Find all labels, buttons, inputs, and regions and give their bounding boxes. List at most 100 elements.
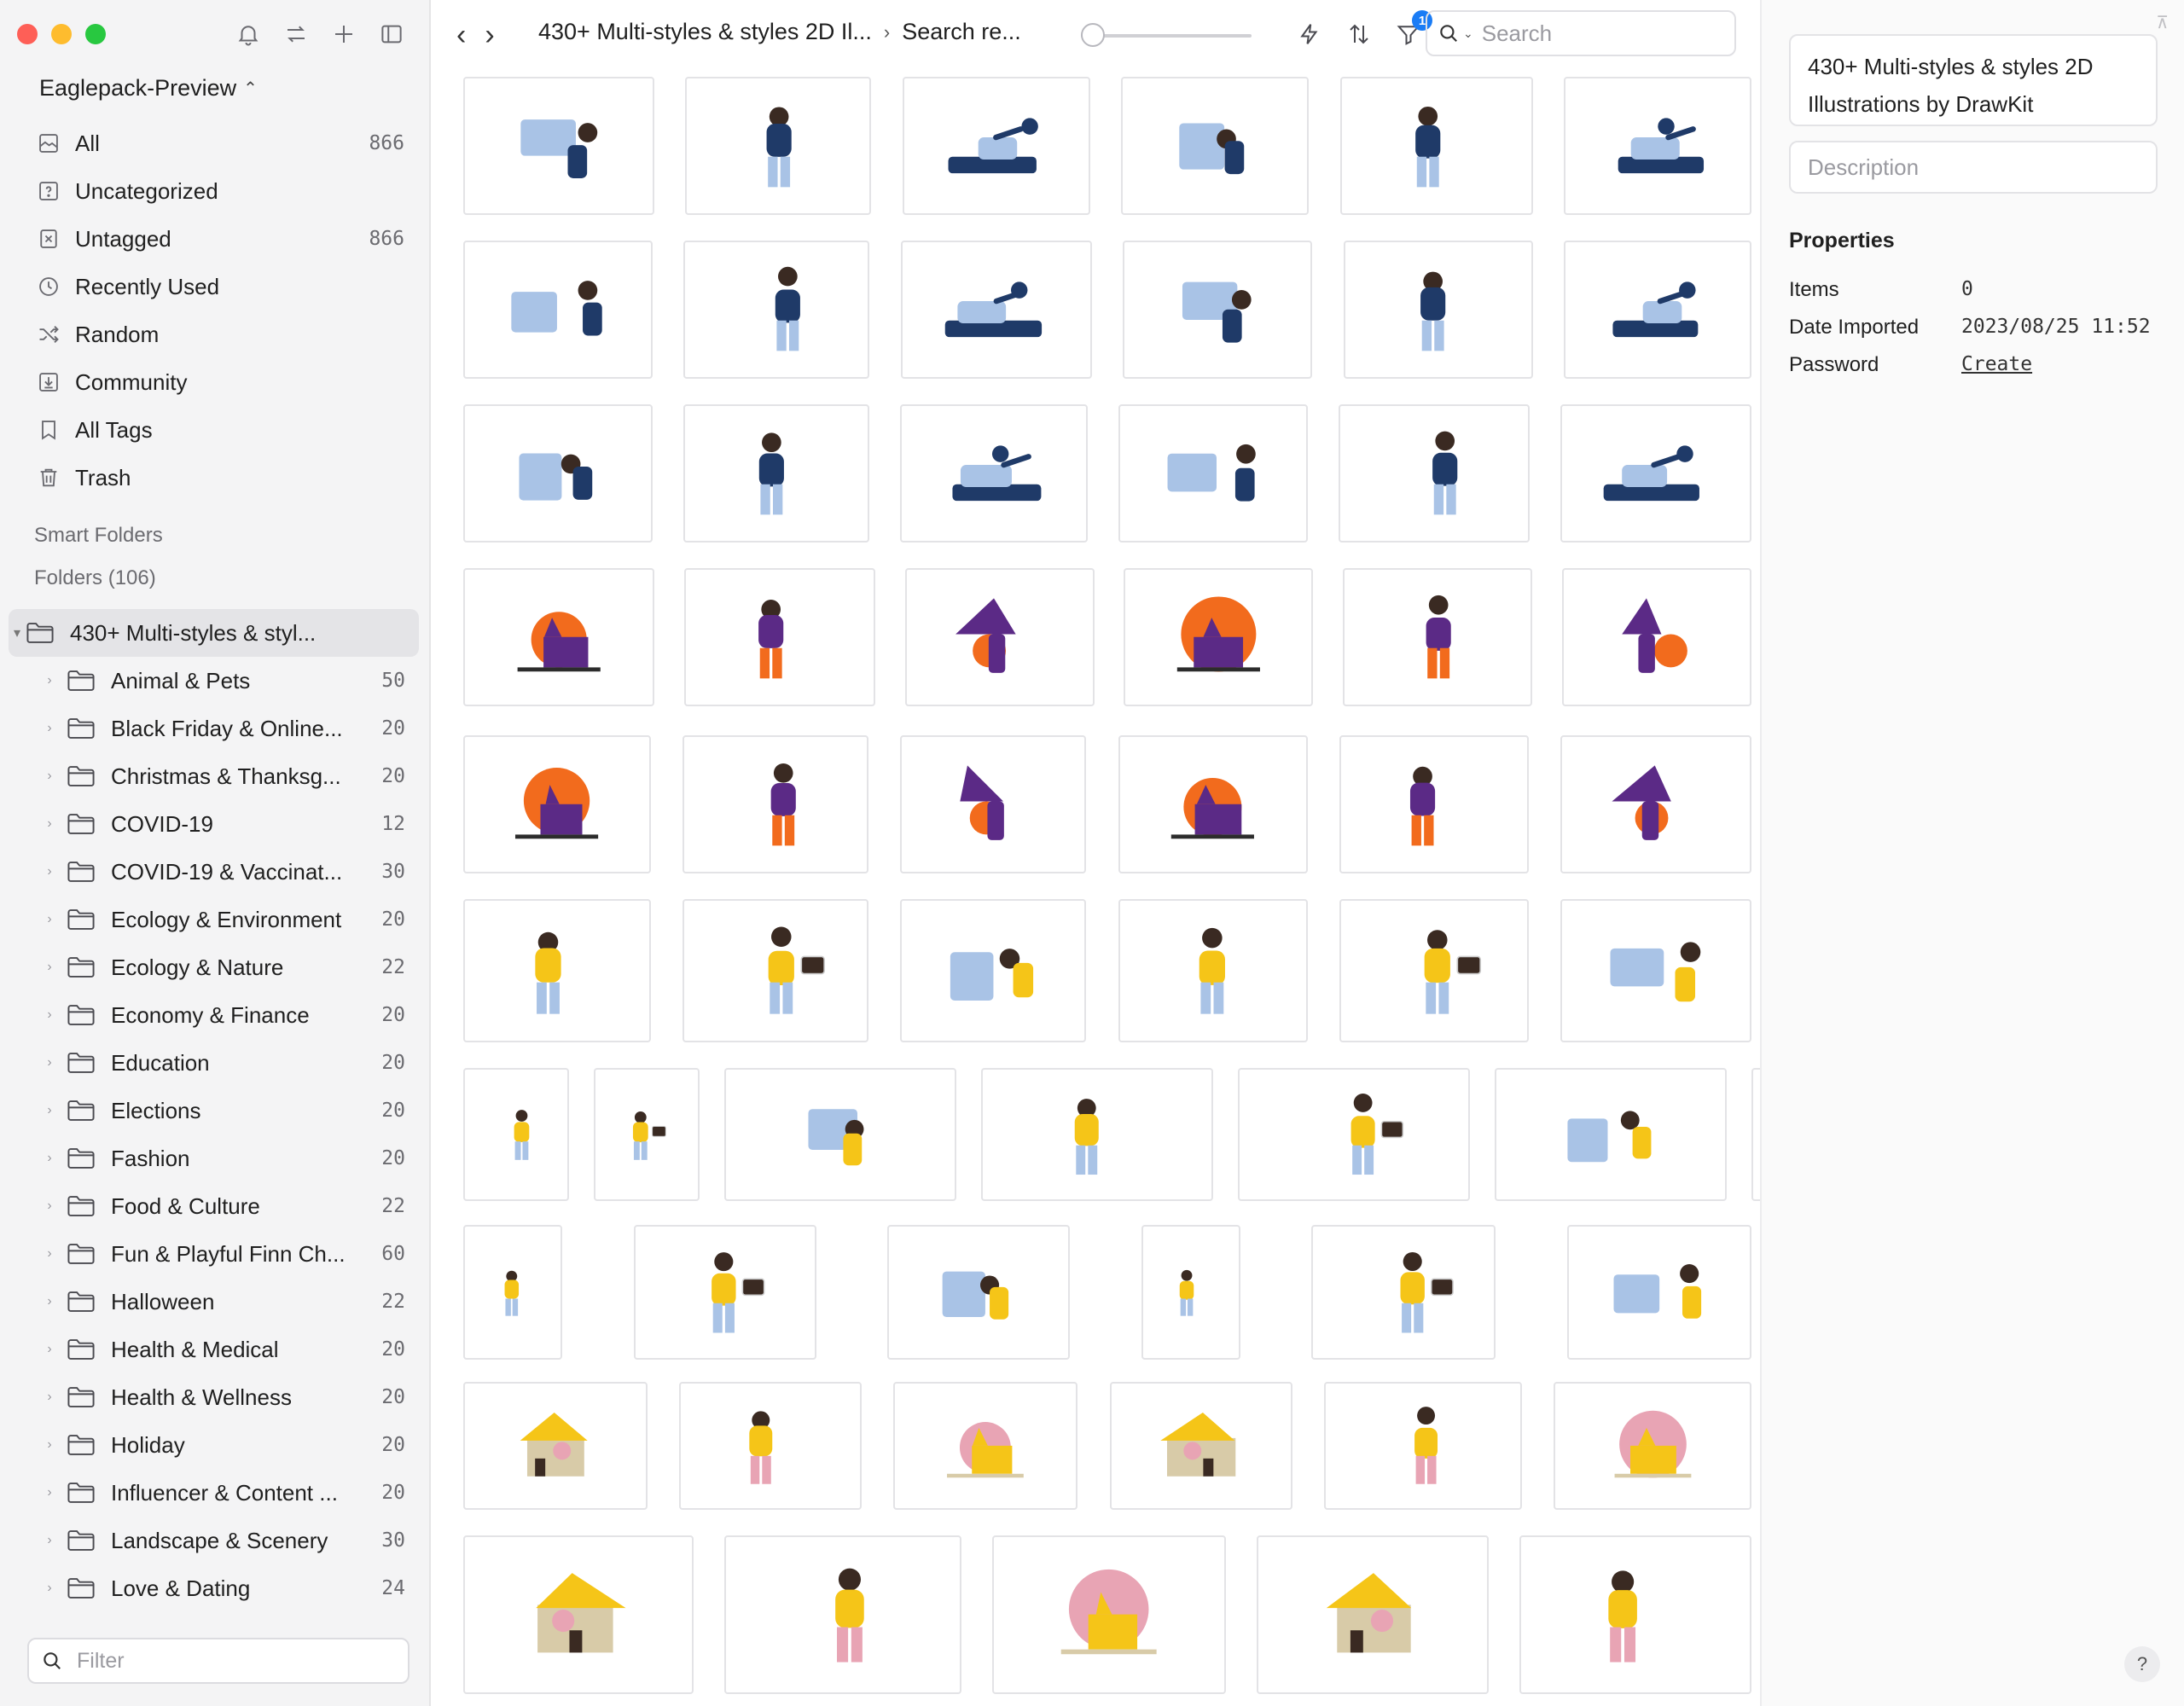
zoom-slider-thumb[interactable] [1081,23,1105,47]
asset-thumbnail[interactable] [1560,899,1751,1042]
folder-item[interactable]: › Health & Wellness 20 [0,1373,431,1421]
filter-funnel-icon[interactable]: 1 [1391,10,1432,51]
asset-thumbnail[interactable] [683,241,870,379]
folder-item[interactable]: › Fun & Playful Finn Ch... 60 [0,1230,431,1278]
caret-right-icon[interactable]: › [41,1390,58,1405]
asset-thumbnail[interactable] [1339,899,1529,1042]
asset-thumbnail[interactable] [900,241,1092,379]
lightning-icon[interactable] [1292,17,1327,51]
asset-thumbnail[interactable] [724,1068,956,1201]
caret-right-icon[interactable]: › [41,1485,58,1500]
asset-thumbnail[interactable] [683,404,869,543]
folder-item[interactable]: › Food & Culture 22 [0,1182,431,1230]
sidebar-item-untagged[interactable]: Untagged 866 [24,215,415,263]
folder-item[interactable]: › Ecology & Environment 20 [0,896,431,943]
folder-item-root[interactable]: ▾ 430+ Multi-styles & styl... [9,609,419,657]
sidebar-item-all-tags[interactable]: All Tags [24,406,415,454]
caret-right-icon[interactable]: › [41,864,58,879]
zoom-slider[interactable] [1081,23,1252,47]
folder-item[interactable]: › Animal & Pets 50 [0,657,431,705]
folder-item[interactable]: › Landscape & Scenery 30 [0,1517,431,1564]
sync-arrows-icon[interactable] [281,19,311,49]
asset-thumbnail[interactable] [463,77,654,215]
asset-thumbnail[interactable] [682,735,869,873]
asset-thumbnail[interactable] [902,77,1090,215]
sidebar-toggle-icon[interactable] [376,19,407,49]
caret-right-icon[interactable]: › [41,1103,58,1118]
caret-right-icon[interactable]: › [41,1533,58,1548]
asset-thumbnail[interactable] [463,899,651,1042]
minimize-window-button[interactable] [51,24,72,44]
asset-thumbnail[interactable] [981,1068,1213,1201]
caret-right-icon[interactable]: › [41,673,58,688]
asset-thumbnail[interactable] [1123,241,1313,379]
asset-thumbnail[interactable] [1564,241,1751,379]
folder-title-field[interactable]: 430+ Multi-styles & styles 2D Illustrati… [1789,34,2158,126]
folder-item[interactable]: ›Love & Family20 [0,1612,431,1625]
smart-folders-header[interactable]: Smart Folders [34,524,163,548]
asset-thumbnail[interactable] [682,899,869,1042]
asset-thumbnail[interactable] [463,735,651,873]
caret-right-icon[interactable]: › [41,1151,58,1166]
asset-thumbnail[interactable] [1257,1535,1489,1694]
folder-item[interactable]: › Economy & Finance 20 [0,991,431,1039]
caret-right-icon[interactable]: › [41,1342,58,1357]
asset-thumbnail[interactable] [1343,568,1533,706]
sidebar-item-trash[interactable]: Trash [24,454,415,502]
caret-right-icon[interactable]: › [41,1246,58,1262]
folder-item[interactable]: › Black Friday & Online... 20 [0,705,431,752]
folder-item[interactable]: › Influencer & Content ... 20 [0,1469,431,1517]
folder-item[interactable]: › Christmas & Thanksg... 20 [0,752,431,800]
sidebar-item-community[interactable]: Community [24,358,415,406]
asset-thumbnail[interactable] [633,1225,816,1360]
asset-thumbnail[interactable] [1495,1068,1727,1201]
asset-thumbnail[interactable] [1564,77,1751,215]
asset-thumbnail[interactable] [900,899,1087,1042]
asset-thumbnail[interactable] [1560,735,1751,873]
asset-thumbnail[interactable] [1343,241,1533,379]
caret-right-icon[interactable]: › [41,769,58,784]
asset-thumbnail[interactable] [904,568,1095,706]
sidebar-item-random[interactable]: Random [24,310,415,358]
folder-item[interactable]: › Halloween 22 [0,1278,431,1326]
caret-down-icon[interactable]: ▾ [9,624,26,641]
asset-thumbnail[interactable] [1118,735,1308,873]
sort-icon[interactable] [1342,17,1376,51]
caret-right-icon[interactable]: › [41,912,58,927]
asset-thumbnail[interactable] [1238,1068,1470,1201]
caret-right-icon[interactable]: › [41,1437,58,1453]
asset-thumbnail[interactable] [992,1535,1226,1694]
asset-thumbnail[interactable] [685,77,872,215]
search-input[interactable]: ⌄ Search [1426,10,1736,56]
asset-thumbnail[interactable] [887,1225,1071,1360]
asset-thumbnail[interactable] [1323,1382,1522,1510]
asset-thumbnail[interactable] [1141,1225,1240,1360]
breadcrumb-folder[interactable]: 430+ Multi-styles & styles 2D Il... [538,19,872,45]
caret-right-icon[interactable]: › [41,721,58,736]
chevron-down-icon[interactable]: ⌄ [1463,26,1473,41]
asset-thumbnail[interactable] [1124,568,1314,706]
folder-item[interactable]: › Health & Medical 20 [0,1326,431,1373]
sidebar-item-uncategorized[interactable]: Uncategorized [24,167,415,215]
zoom-window-button[interactable] [85,24,106,44]
caret-right-icon[interactable]: › [41,816,58,832]
asset-thumbnail[interactable] [463,1382,648,1510]
asset-thumbnail[interactable] [1311,1225,1496,1360]
pin-icon[interactable]: ⊼ [2156,12,2169,33]
asset-thumbnail[interactable] [1751,1068,1760,1201]
caret-right-icon[interactable]: › [41,1294,58,1309]
asset-thumbnail[interactable] [463,1225,562,1360]
asset-thumbnail[interactable] [463,404,653,543]
folder-item[interactable]: › COVID-19 12 [0,800,431,848]
asset-thumbnail[interactable] [683,568,875,706]
plus-icon[interactable] [328,19,359,49]
folder-item[interactable]: › Elections 20 [0,1087,431,1134]
asset-thumbnail[interactable] [893,1382,1078,1510]
asset-thumbnail[interactable] [724,1535,961,1694]
close-window-button[interactable] [17,24,38,44]
asset-thumbnail[interactable] [1560,404,1751,543]
folder-item[interactable]: › Education 20 [0,1039,431,1087]
asset-thumbnail[interactable] [463,1068,569,1201]
forward-icon[interactable]: › [485,19,494,52]
asset-thumbnail[interactable] [1339,735,1529,873]
